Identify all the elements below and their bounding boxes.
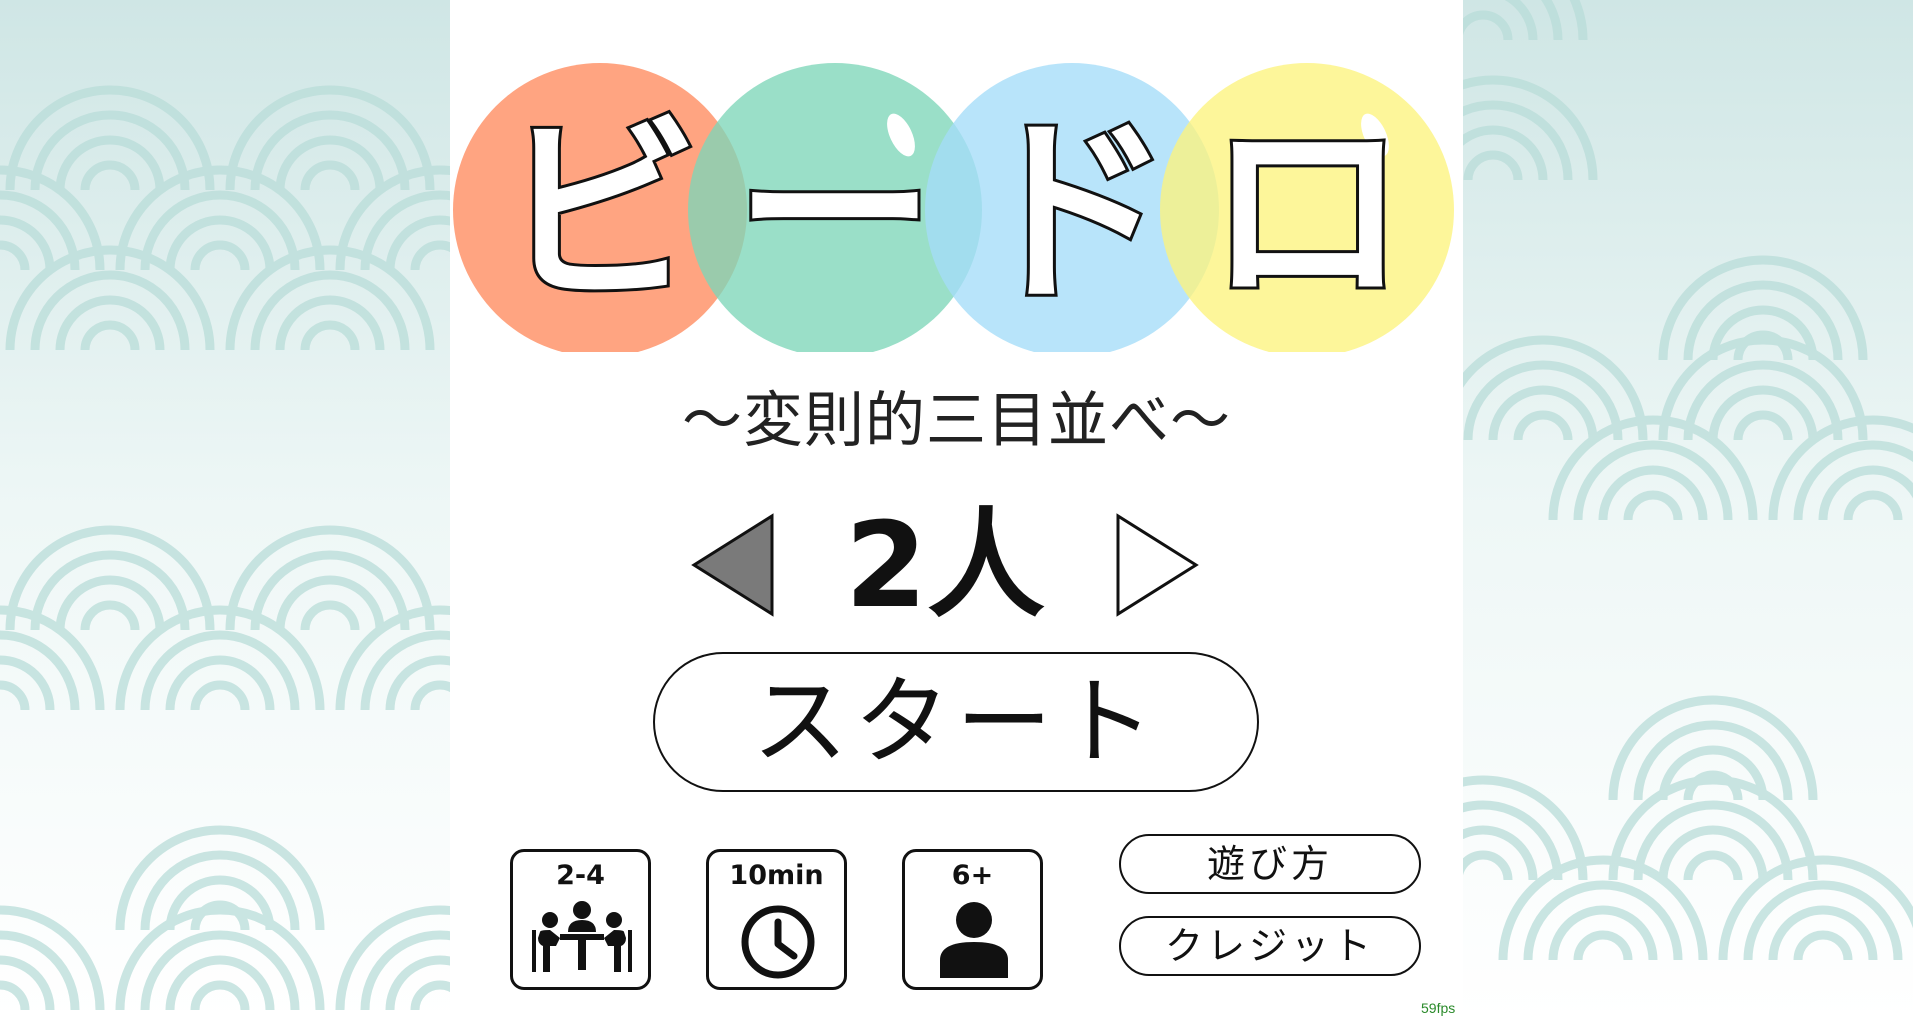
player-range-label: 2-4 bbox=[556, 860, 605, 891]
play-time-card: 10min bbox=[706, 849, 847, 990]
age-rating-label: 6+ bbox=[951, 860, 994, 891]
game-logo: ビ ー ド ロ bbox=[453, 63, 1454, 352]
logo-char-4: ロ bbox=[1207, 97, 1407, 330]
subtitle: 〜変則的三目並べ〜 bbox=[682, 386, 1231, 456]
player-count-card: 2-4 bbox=[510, 849, 651, 990]
player-count-label: 2人 bbox=[844, 496, 1046, 634]
logo-char-2: ー bbox=[735, 97, 935, 330]
increase-players-button[interactable] bbox=[1112, 510, 1202, 620]
fps-counter: 59fps bbox=[1421, 1000, 1456, 1016]
credits-button[interactable]: クレジット bbox=[1119, 916, 1421, 976]
meeting-table-icon bbox=[532, 901, 632, 972]
logo-char-1: ビ bbox=[500, 97, 700, 330]
person-icon bbox=[940, 902, 1008, 978]
background-pattern-right bbox=[1463, 0, 1913, 1019]
clock-icon bbox=[741, 905, 815, 979]
seigaiha-pattern bbox=[1463, 0, 1913, 961]
seigaiha-pattern bbox=[0, 85, 450, 1011]
triangle-right-outline-icon bbox=[1116, 513, 1199, 617]
logo-char-3: ド bbox=[972, 97, 1172, 330]
start-button[interactable]: スタート bbox=[653, 652, 1259, 792]
how-to-play-button[interactable]: 遊び方 bbox=[1119, 834, 1421, 894]
title-screen: ビ ー ド ロ 〜変則的三目並べ〜 2人 スタート 2-4 10min 6+ 遊… bbox=[450, 0, 1463, 1019]
background-pattern-left bbox=[0, 0, 450, 1019]
play-time-label: 10min bbox=[729, 860, 824, 891]
triangle-left-filled-icon bbox=[691, 513, 774, 617]
player-count-selector: 2人 bbox=[450, 500, 1463, 630]
decrease-players-button[interactable] bbox=[688, 510, 778, 620]
age-rating-card: 6+ bbox=[902, 849, 1043, 990]
